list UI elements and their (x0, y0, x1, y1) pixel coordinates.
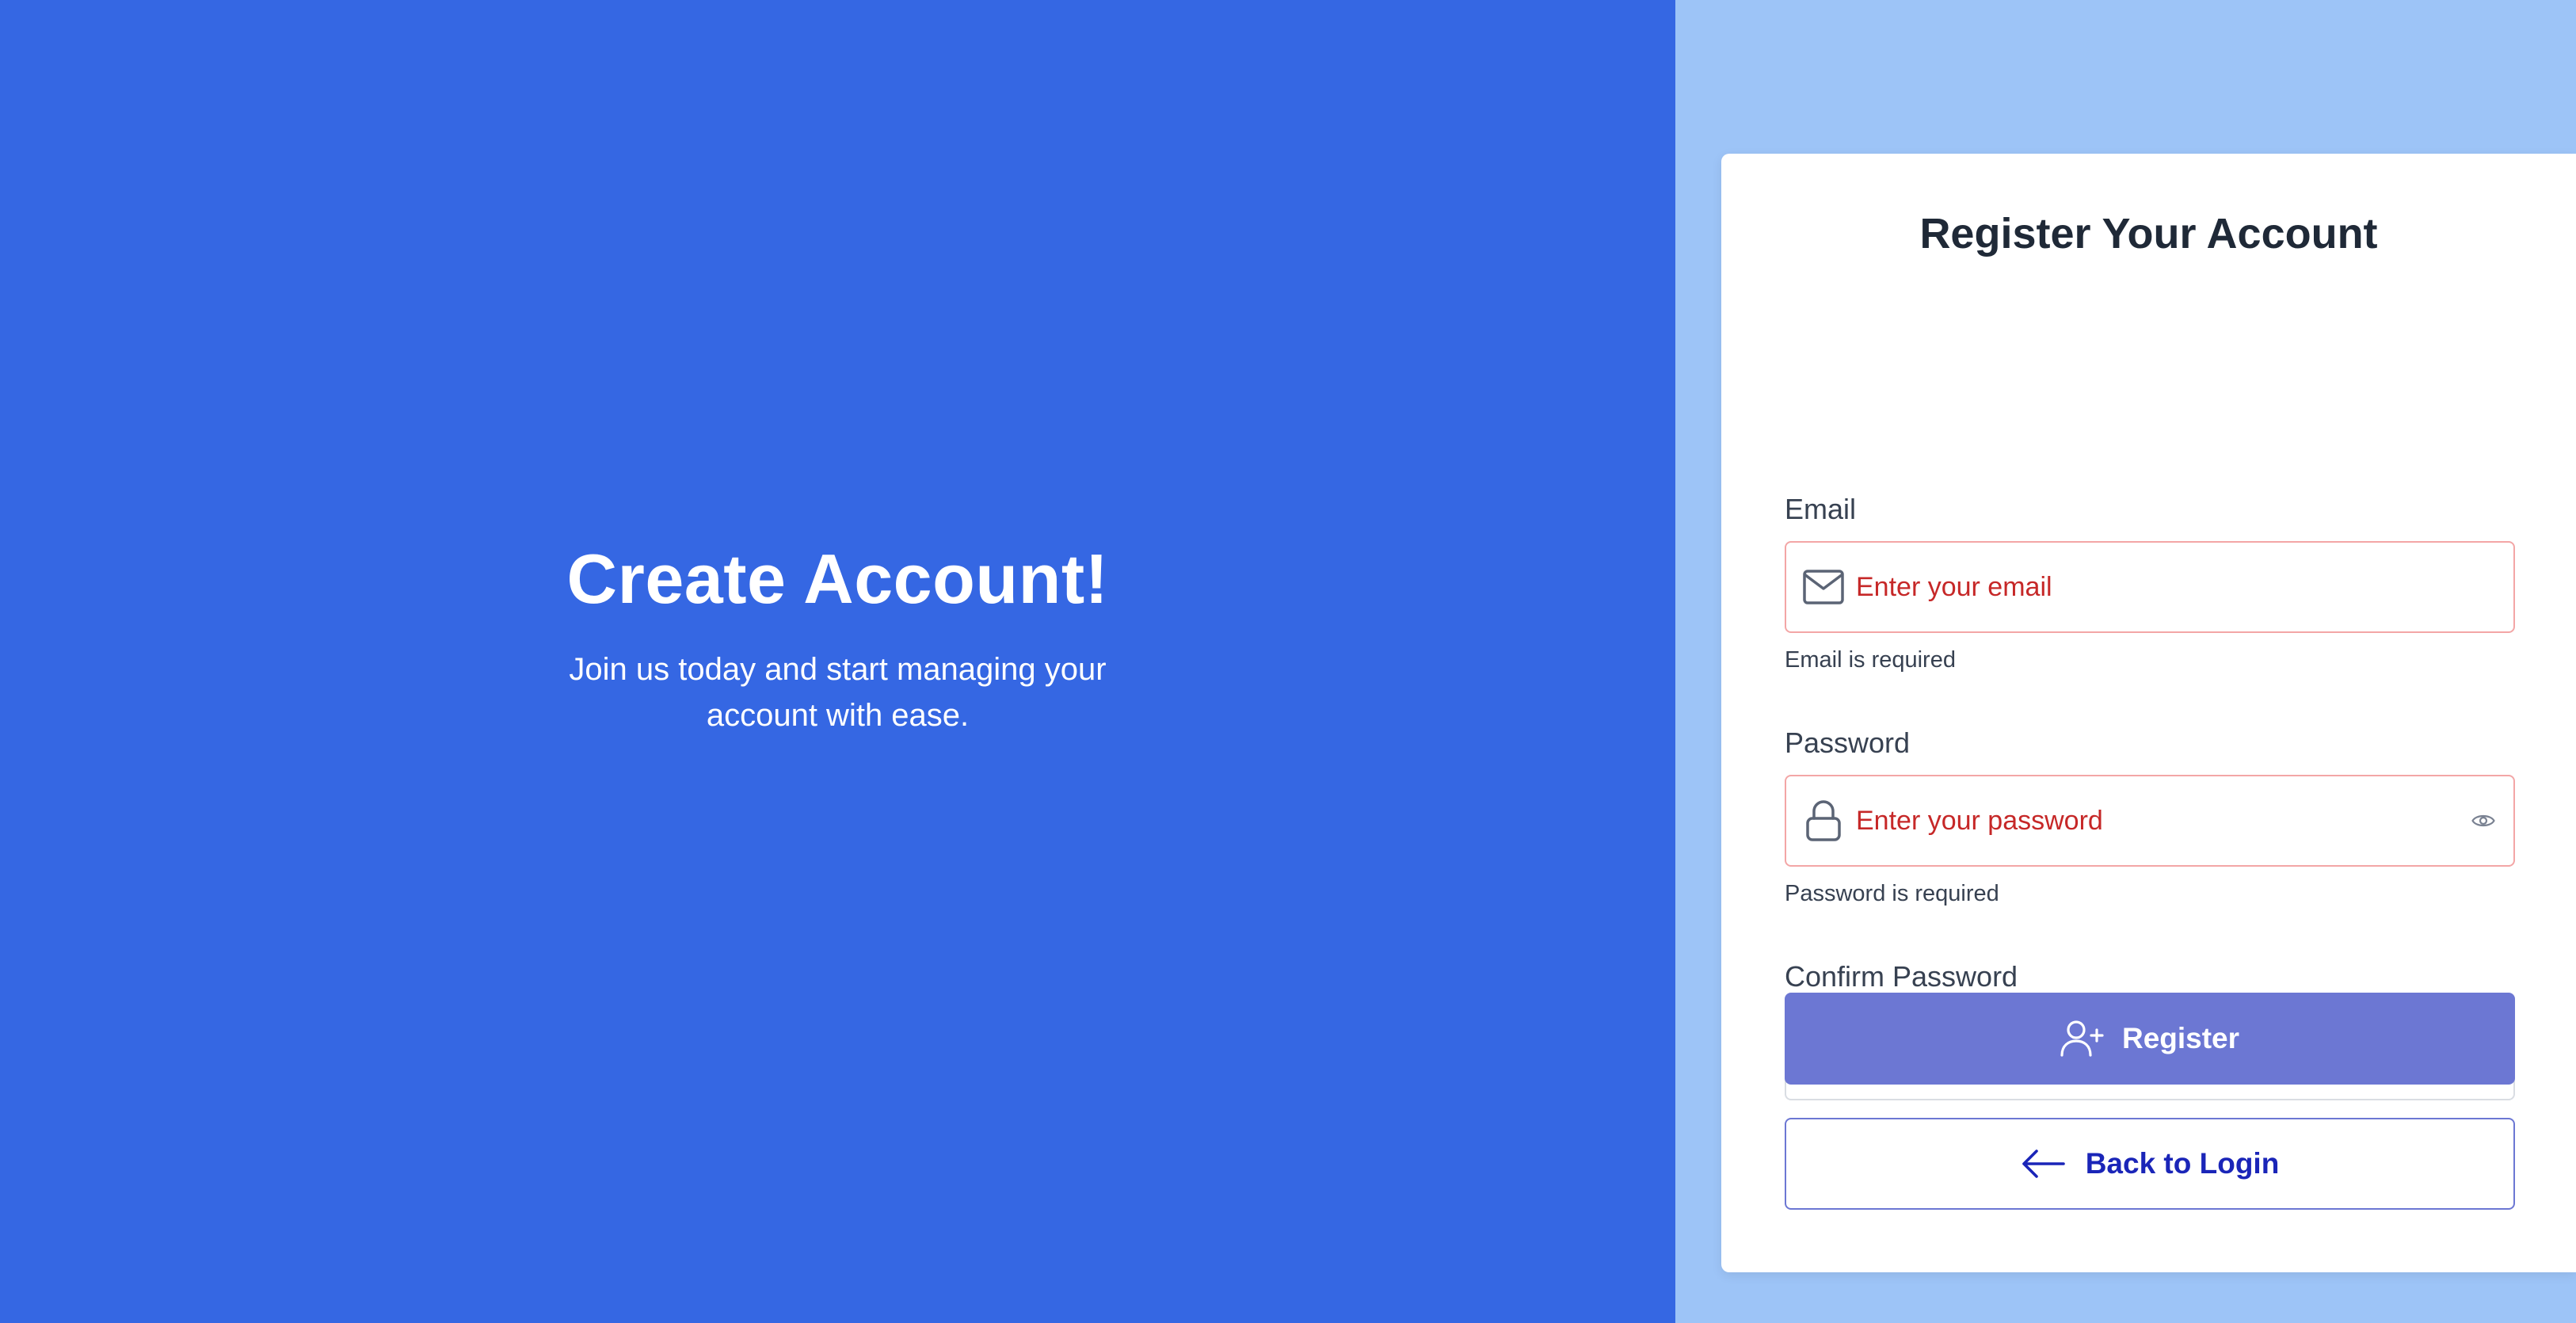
lock-icon (1802, 799, 1845, 842)
hero-content: Create Account! Join us today and start … (521, 537, 1155, 738)
eye-icon[interactable] (2469, 806, 2498, 835)
register-card: Register Your Account Email Email is req… (1721, 154, 2576, 1272)
register-button-label: Register (2121, 1022, 2240, 1054)
password-error: Password is required (1785, 881, 1999, 906)
back-to-login-label: Back to Login (2085, 1147, 2280, 1180)
arrow-left-icon (2021, 1148, 2065, 1180)
hero-panel: Create Account! Join us today and start … (0, 0, 1675, 1323)
form-panel: Register Your Account Email Email is req… (1675, 0, 2576, 1323)
password-input[interactable] (1856, 776, 2469, 865)
email-label: Email (1785, 493, 1857, 525)
register-button[interactable]: Register (1785, 993, 2515, 1085)
register-page: Create Account! Join us today and start … (0, 0, 2576, 1323)
password-field[interactable] (1785, 775, 2515, 867)
password-label: Password (1785, 726, 1911, 759)
hero-title: Create Account! (566, 539, 1109, 619)
email-field[interactable] (1785, 541, 2515, 633)
form-title: Register Your Account (1919, 210, 2378, 257)
confirm-password-label: Confirm Password (1785, 960, 2018, 993)
mail-icon (1802, 566, 1845, 608)
email-input[interactable] (1856, 543, 2513, 631)
back-to-login-button[interactable]: Back to Login (1785, 1118, 2515, 1210)
hero-subtitle: Join us today and start managing your ac… (569, 651, 1107, 733)
user-plus-icon (2060, 1019, 2105, 1058)
email-error: Email is required (1785, 647, 1956, 673)
